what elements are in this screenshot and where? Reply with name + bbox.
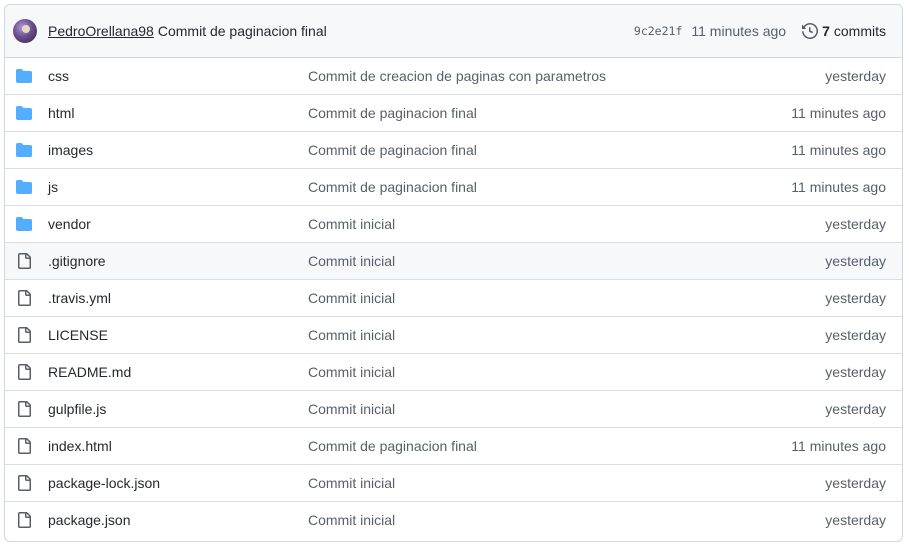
file-commit-age: 11 minutes ago: [791, 142, 886, 158]
file-name-link[interactable]: images: [48, 142, 308, 158]
file-icon: [16, 475, 32, 491]
file-name-link[interactable]: .gitignore: [48, 253, 308, 269]
file-commit-message-link[interactable]: Commit de paginacion final: [308, 179, 791, 195]
avatar[interactable]: [13, 19, 37, 43]
file-commit-age: 11 minutes ago: [791, 179, 886, 195]
file-name-link[interactable]: css: [48, 68, 308, 84]
file-row-license[interactable]: LICENSE Commit inicial yesterday: [5, 316, 902, 353]
file-commit-message-link[interactable]: Commit inicial: [308, 290, 825, 306]
file-commit-message-link[interactable]: Commit inicial: [308, 475, 825, 491]
file-commit-age: yesterday: [825, 290, 886, 306]
history-icon: [802, 23, 819, 39]
file-icon: [16, 290, 32, 306]
file-commit-message-link[interactable]: Commit inicial: [308, 512, 825, 528]
file-browser: PedroOrellana98 Commit de paginacion fin…: [4, 4, 903, 542]
file-icon: [16, 253, 32, 269]
folder-icon: [16, 216, 32, 232]
file-icon: [16, 401, 32, 417]
latest-commit-header: PedroOrellana98 Commit de paginacion fin…: [5, 5, 902, 58]
commits-count: 7: [822, 23, 830, 39]
folder-icon: [16, 68, 32, 84]
file-icon: [16, 364, 32, 380]
file-row-index-html[interactable]: index.html Commit de paginacion final 11…: [5, 427, 902, 464]
file-commit-age: yesterday: [825, 216, 886, 232]
file-commit-message-link[interactable]: Commit de paginacion final: [308, 438, 791, 454]
file-name-link[interactable]: html: [48, 105, 308, 121]
folder-icon: [16, 179, 32, 195]
file-commit-message-link[interactable]: Commit de paginacion final: [308, 142, 791, 158]
file-commit-message-link[interactable]: Commit inicial: [308, 253, 825, 269]
file-icon: [16, 327, 32, 343]
file-name-link[interactable]: README.md: [48, 364, 308, 380]
file-commit-message-link[interactable]: Commit inicial: [308, 216, 825, 232]
file-commit-age: yesterday: [825, 253, 886, 269]
file-commit-message-link[interactable]: Commit inicial: [308, 364, 825, 380]
file-commit-message-link[interactable]: Commit inicial: [308, 401, 825, 417]
file-row-vendor[interactable]: vendor Commit inicial yesterday: [5, 205, 902, 242]
commit-time: 11 minutes ago: [691, 23, 787, 39]
file-row-readme-md[interactable]: README.md Commit inicial yesterday: [5, 353, 902, 390]
file-row-gulpfile-js[interactable]: gulpfile.js Commit inicial yesterday: [5, 390, 902, 427]
file-commit-message-link[interactable]: Commit inicial: [308, 327, 825, 343]
file-row-images[interactable]: images Commit de paginacion final 11 min…: [5, 131, 902, 168]
file-name-link[interactable]: index.html: [48, 438, 308, 454]
file-row-html[interactable]: html Commit de paginacion final 11 minut…: [5, 94, 902, 131]
commit-sha-link[interactable]: 9c2e21f: [634, 24, 682, 38]
file-commit-message-link[interactable]: Commit de creacion de paginas con parame…: [308, 68, 825, 84]
file-commit-age: 11 minutes ago: [791, 105, 886, 121]
folder-icon: [16, 142, 32, 158]
file-commit-age: yesterday: [825, 475, 886, 491]
commits-label: commits: [833, 23, 886, 39]
file-icon: [16, 512, 32, 528]
file-commit-message-link[interactable]: Commit de paginacion final: [308, 105, 791, 121]
file-name-link[interactable]: .travis.yml: [48, 290, 308, 306]
commit-history-link[interactable]: 7 commits: [802, 23, 886, 39]
file-name-link[interactable]: package.json: [48, 512, 308, 528]
file-commit-age: yesterday: [825, 68, 886, 84]
file-row-package-json[interactable]: package.json Commit inicial yesterday: [5, 501, 902, 538]
file-row-gitignore[interactable]: .gitignore Commit inicial yesterday: [5, 242, 902, 279]
commit-author-link[interactable]: PedroOrellana98: [48, 23, 154, 39]
file-row-js[interactable]: js Commit de paginacion final 11 minutes…: [5, 168, 902, 205]
file-icon: [16, 438, 32, 454]
file-row-css[interactable]: css Commit de creacion de paginas con pa…: [5, 58, 902, 94]
file-name-link[interactable]: LICENSE: [48, 327, 308, 343]
file-commit-age: 11 minutes ago: [791, 438, 886, 454]
file-commit-age: yesterday: [825, 512, 886, 528]
file-name-link[interactable]: gulpfile.js: [48, 401, 308, 417]
file-name-link[interactable]: vendor: [48, 216, 308, 232]
file-name-link[interactable]: package-lock.json: [48, 475, 308, 491]
file-commit-age: yesterday: [825, 364, 886, 380]
file-commit-age: yesterday: [825, 327, 886, 343]
file-list: css Commit de creacion de paginas con pa…: [5, 58, 902, 538]
commit-message-link[interactable]: Commit de paginacion final: [158, 23, 327, 39]
file-commit-age: yesterday: [825, 401, 886, 417]
file-name-link[interactable]: js: [48, 179, 308, 195]
folder-icon: [16, 105, 32, 121]
file-row-package-lock-json[interactable]: package-lock.json Commit inicial yesterd…: [5, 464, 902, 501]
file-row-travis-yml[interactable]: .travis.yml Commit inicial yesterday: [5, 279, 902, 316]
